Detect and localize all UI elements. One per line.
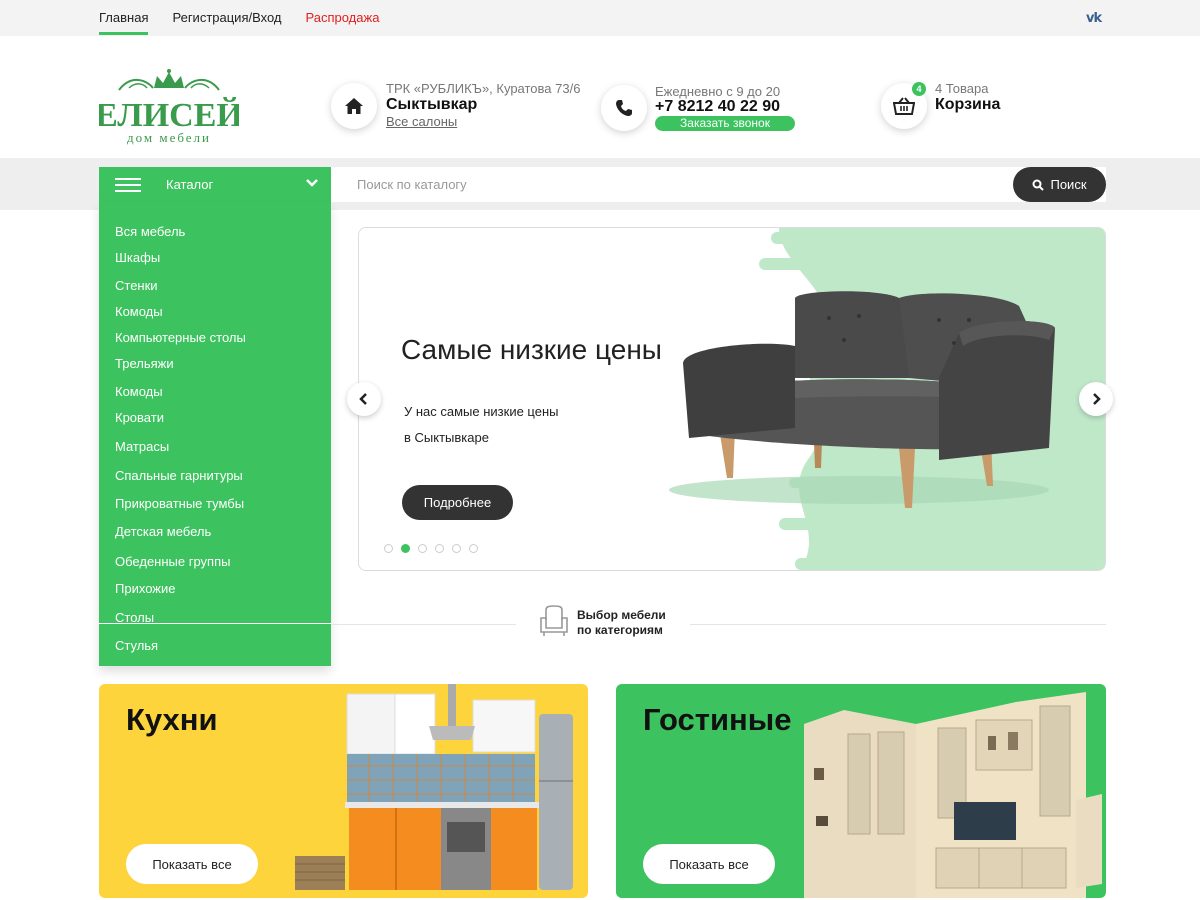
category-title: Гостиные — [643, 702, 792, 737]
slide-text-line2: в Сыктывкаре — [404, 430, 489, 445]
logo-graphic: ЕЛИСЕЙ дом мебели — [95, 69, 243, 145]
catalog-toggle[interactable]: Каталог — [99, 167, 331, 202]
catalog-item[interactable]: Обеденные группы — [115, 554, 230, 569]
search-button[interactable]: Поиск — [1013, 167, 1106, 202]
cart-count-badge: 4 — [912, 82, 926, 96]
chevron-right-icon — [1093, 393, 1101, 405]
catalog-item[interactable]: Стенки — [115, 278, 158, 293]
logo[interactable]: ЕЛИСЕЙ дом мебели — [95, 66, 243, 146]
catalog-item[interactable]: Прикроватные тумбы — [115, 496, 244, 511]
phone-icon — [601, 85, 647, 131]
slider-dot-active[interactable] — [401, 544, 410, 553]
top-nav: Главная Регистрация/Вход Распродажа — [99, 0, 379, 36]
armchair-icon — [540, 605, 568, 636]
catalog-item[interactable]: Кровати — [115, 410, 164, 425]
cart-link[interactable]: Корзина — [935, 96, 1000, 114]
slider-next-button[interactable] — [1079, 382, 1113, 416]
slider-dot[interactable] — [435, 544, 444, 553]
slide-more-button[interactable]: Подробнее — [402, 485, 513, 520]
category-card-living-rooms[interactable]: Гостиные Показать все — [616, 684, 1106, 898]
search-button-label: Поиск — [1050, 177, 1087, 192]
search-input[interactable] — [331, 167, 1106, 202]
catalog-item[interactable]: Вся мебель — [115, 224, 185, 239]
catalog-item[interactable]: Матрасы — [115, 439, 169, 454]
svg-text:ЕЛИСЕЙ: ЕЛИСЕЙ — [99, 97, 239, 134]
section-label: Выбор мебели по категориям — [577, 608, 666, 638]
show-all-button[interactable]: Показать все — [126, 844, 258, 884]
catalog-item[interactable]: Шкафы — [115, 250, 160, 265]
category-card-kitchens[interactable]: Кухни Показать все — [99, 684, 588, 898]
menu-icon — [115, 178, 141, 192]
catalog-item[interactable]: Детская мебель — [115, 524, 211, 539]
hero-slider: Самые низкие цены У нас самые низкие цен… — [358, 227, 1106, 571]
callback-button[interactable]: Заказать звонок — [655, 116, 795, 131]
svg-text:дом мебели: дом мебели — [127, 130, 211, 145]
catalog-item[interactable]: Прихожие — [115, 581, 175, 596]
category-title: Кухни — [126, 702, 218, 737]
show-all-button[interactable]: Показать все — [643, 844, 775, 884]
catalog-item[interactable]: Комоды — [115, 304, 163, 319]
slide-text-line1: У нас самые низкие цены — [404, 404, 559, 419]
catalog-item[interactable]: Компьютерные столы — [115, 330, 246, 345]
slider-dot[interactable] — [418, 544, 427, 553]
catalog-menu: Вся мебель Шкафы Стенки Комоды Компьютер… — [99, 202, 331, 666]
section-line-left — [331, 624, 516, 625]
cart-summary: 4 Товара — [935, 81, 989, 96]
catalog-item[interactable]: Комоды — [115, 384, 163, 399]
location-address: ТРК «РУБЛИКЪ», Куратова 73/6 — [386, 81, 581, 96]
chevron-down-icon — [306, 179, 318, 187]
phone-number[interactable]: +7 8212 40 22 90 — [655, 98, 780, 116]
catalog-item[interactable]: Трельяжи — [115, 356, 174, 371]
slider-prev-button[interactable] — [347, 382, 381, 416]
home-icon — [331, 83, 377, 129]
slider-dots — [384, 544, 478, 553]
section-label-line1: Выбор мебели — [577, 608, 666, 622]
location-city: Сыктывкар — [386, 96, 478, 113]
top-bar: Главная Регистрация/Вход Распродажа vk — [0, 0, 1200, 36]
chevron-left-icon — [359, 393, 367, 405]
work-hours: Ежедневно с 9 до 20 — [655, 84, 781, 99]
section-line-right — [690, 624, 1106, 625]
catalog-divider — [99, 623, 331, 624]
catalog-item[interactable]: Стулья — [115, 638, 158, 653]
slider-dot[interactable] — [469, 544, 478, 553]
catalog-item[interactable]: Спальные гарнитуры — [115, 468, 243, 483]
catalog-label: Каталог — [166, 177, 214, 192]
slide-title: Самые низкие цены — [401, 334, 662, 365]
nav-login-link[interactable]: Регистрация/Вход — [172, 0, 281, 36]
nav-home-link[interactable]: Главная — [99, 0, 149, 36]
section-label-line2: по категориям — [577, 623, 663, 637]
slider-dot[interactable] — [452, 544, 461, 553]
slider-dot[interactable] — [384, 544, 393, 553]
vk-icon[interactable]: vk — [1086, 11, 1102, 26]
search-icon — [1032, 179, 1045, 191]
all-salons-link[interactable]: Все салоны — [386, 114, 457, 129]
nav-sale-link[interactable]: Распродажа — [306, 0, 380, 36]
